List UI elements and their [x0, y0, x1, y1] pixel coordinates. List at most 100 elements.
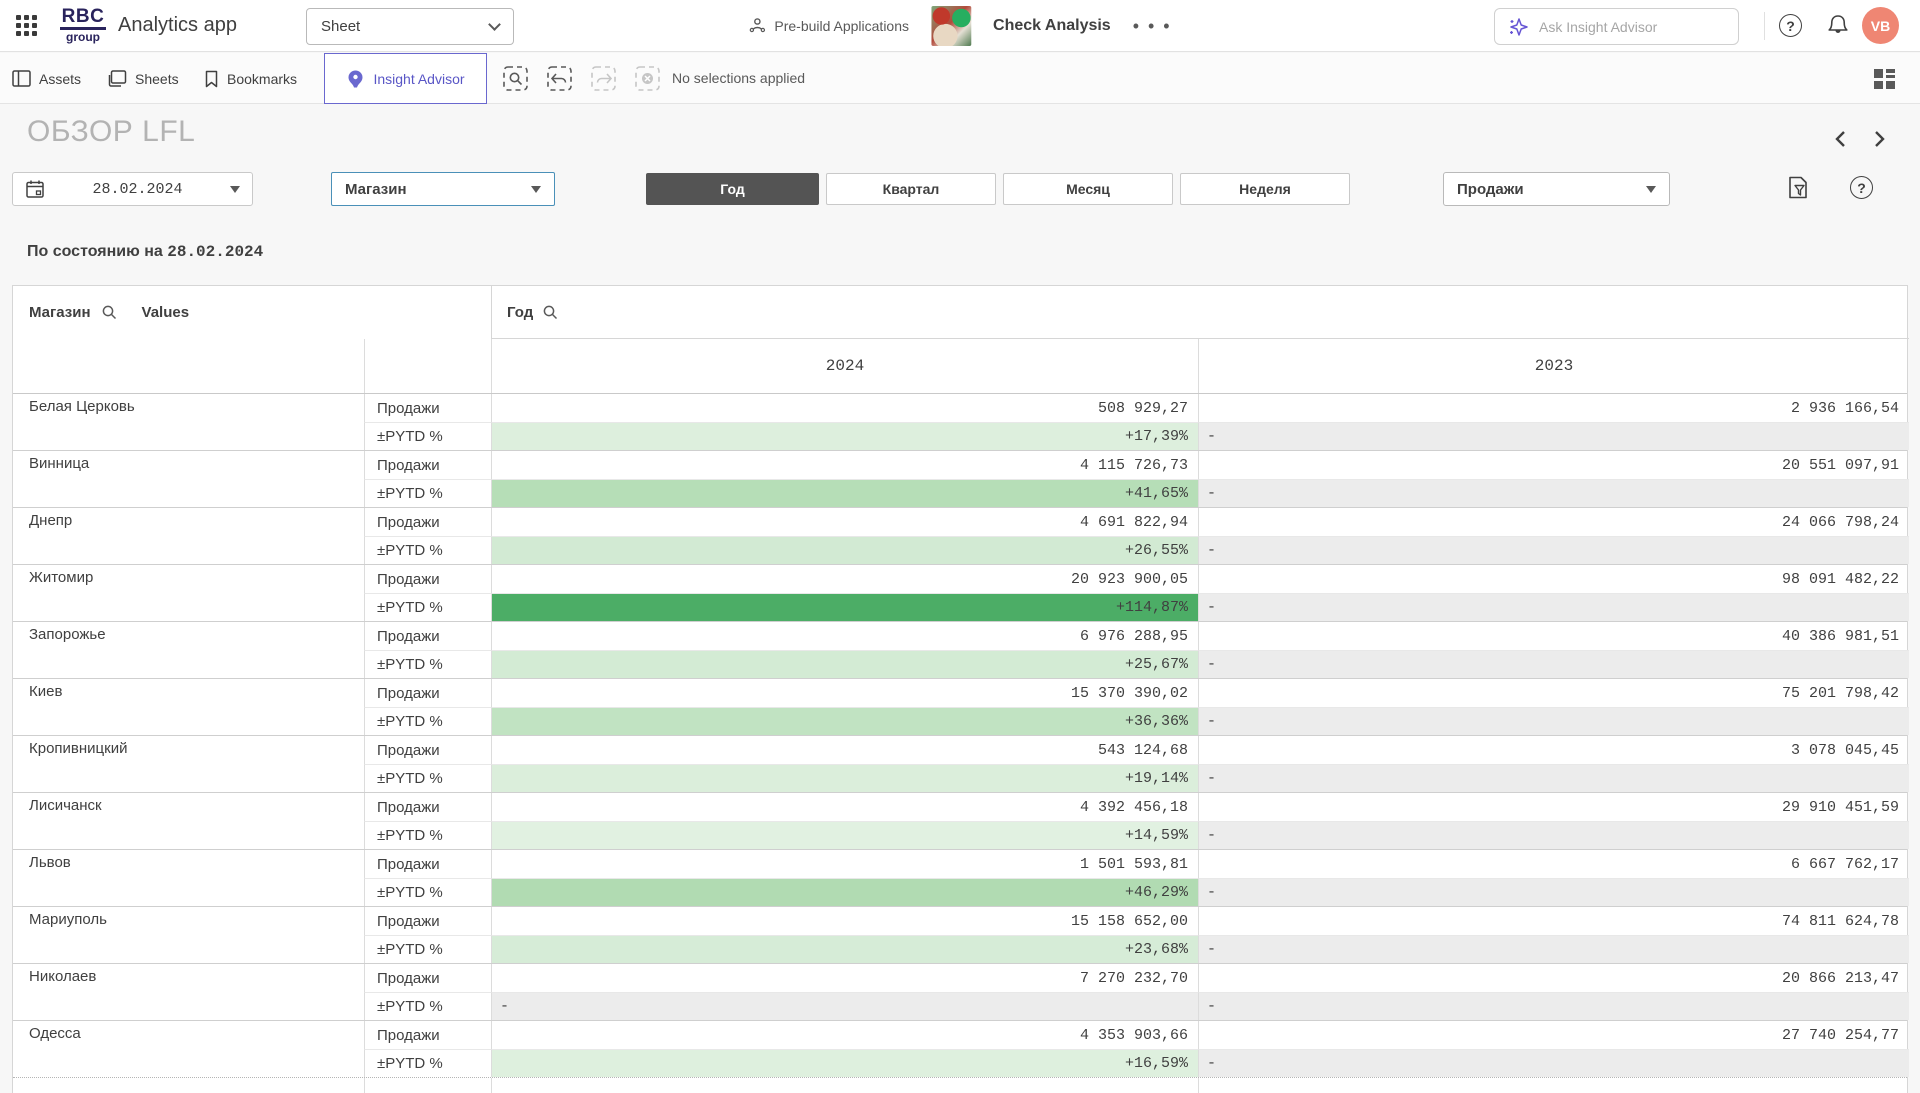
pivot-partial-row [13, 1077, 1907, 1093]
store-name-cell[interactable]: Житомир [13, 565, 364, 621]
year-column-header-2023[interactable]: 2023 [1198, 339, 1909, 393]
pytd-2023-cell: - [1198, 422, 1909, 450]
sheet-grid-view-icon[interactable] [1872, 66, 1898, 92]
sales-2023-cell: 27 740 254,77 [1198, 1021, 1909, 1049]
sales-measure-label: Продажи [364, 622, 491, 650]
sales-2024-cell: 15 158 652,00 [491, 907, 1198, 935]
pytd-2023-cell: - [1198, 707, 1909, 735]
year-column-header-2024[interactable]: 2024 [491, 339, 1198, 393]
measure-selector-dropdown[interactable]: Продажи [1443, 172, 1670, 206]
help-icon[interactable]: ? [1779, 14, 1802, 37]
pytd-2024-cell: +16,59% [491, 1049, 1198, 1077]
bookmarks-label: Bookmarks [227, 71, 297, 87]
pytd-2024-cell: +46,29% [491, 878, 1198, 906]
dimension-selector-dropdown[interactable]: Магазин [331, 172, 555, 206]
sparkle-icon [1507, 16, 1529, 38]
search-selections-icon[interactable] [502, 65, 529, 92]
pytd-2023-cell: - [1198, 479, 1909, 507]
store-name-cell[interactable]: Одесса [13, 1021, 364, 1077]
sheet-selector-value: Sheet [321, 18, 360, 35]
topbar-divider [1764, 12, 1765, 40]
export-filter-icon[interactable] [1786, 175, 1811, 200]
period-button-quarter[interactable]: Квартал [826, 173, 996, 205]
pytd-2023-cell: - [1198, 878, 1909, 906]
step-forward-icon[interactable] [590, 65, 617, 92]
lfl-pivot-table: Магазин Values Год 2024 2023 Белая Церко… [12, 285, 1908, 1093]
insight-advisor-button[interactable]: Insight Advisor [324, 53, 487, 104]
pytd-2024-cell: +25,67% [491, 650, 1198, 678]
more-options-icon[interactable]: • • • [1133, 21, 1172, 31]
pytd-measure-label: ±PYTD % [364, 878, 491, 906]
store-name-cell[interactable]: Мариуполь [13, 907, 364, 963]
measure-selector-value: Продажи [1457, 181, 1524, 198]
store-name-cell[interactable]: Винница [13, 451, 364, 507]
ask-insight-advisor-input[interactable]: Ask Insight Advisor [1494, 8, 1739, 45]
sales-2024-cell: 7 270 232,70 [491, 964, 1198, 992]
assets-label: Assets [39, 71, 81, 87]
chart-help-icon[interactable]: ? [1850, 176, 1873, 199]
sales-measure-label: Продажи [364, 850, 491, 878]
pytd-measure-label: ±PYTD % [364, 650, 491, 678]
pytd-measure-label: ±PYTD % [364, 707, 491, 735]
no-selections-status: No selections applied [672, 70, 805, 86]
prev-sheet-icon[interactable] [1830, 128, 1852, 150]
store-name-cell[interactable]: Лисичанск [13, 793, 364, 849]
sales-2024-cell: 4 115 726,73 [491, 451, 1198, 479]
user-avatar[interactable]: VB [1862, 7, 1899, 44]
clear-selections-icon[interactable] [634, 65, 661, 92]
step-back-icon[interactable] [546, 65, 573, 92]
sales-2024-cell: 4 392 456,18 [491, 793, 1198, 821]
values-header: Values [142, 304, 190, 321]
current-app-name: Check Analysis [993, 17, 1111, 35]
store-name-cell[interactable]: Днепр [13, 508, 364, 564]
app-thumbnail[interactable] [931, 6, 971, 46]
search-icon[interactable] [542, 304, 559, 321]
period-button-week[interactable]: Неделя [1180, 173, 1350, 205]
store-name-cell[interactable]: Белая Церковь [13, 394, 364, 450]
store-name-cell[interactable]: Львов [13, 850, 364, 906]
sales-2024-cell: 508 929,27 [491, 394, 1198, 422]
pytd-2024-cell: +23,68% [491, 935, 1198, 963]
pivot-header-left: Магазин Values [13, 286, 491, 339]
next-sheet-icon[interactable] [1868, 128, 1890, 150]
pytd-2024-cell: +41,65% [491, 479, 1198, 507]
sales-2023-cell: 75 201 798,42 [1198, 679, 1909, 707]
sales-measure-label: Продажи [364, 964, 491, 992]
chevron-down-icon [488, 18, 501, 31]
date-picker[interactable]: 28.02.2024 [12, 172, 253, 206]
dropdown-arrow-icon [230, 186, 240, 193]
pivot-store-group: Белая Церковь Продажи 508 929,27 2 936 1… [13, 394, 1907, 450]
pivot-store-group: Житомир Продажи 20 923 900,05 98 091 482… [13, 564, 1907, 621]
pytd-measure-label: ±PYTD % [364, 935, 491, 963]
app-title: Analytics app [118, 14, 237, 37]
store-name-cell[interactable]: Запорожье [13, 622, 364, 678]
column-dimension-header[interactable]: Год [507, 304, 533, 321]
prebuild-applications-link[interactable]: Pre-build Applications [748, 17, 909, 35]
sheet-selector-dropdown[interactable]: Sheet [306, 8, 514, 45]
store-name-cell[interactable]: Киев [13, 679, 364, 735]
row-dimension-header[interactable]: Магазин [29, 304, 91, 321]
assets-button[interactable]: Assets [12, 53, 81, 104]
sales-2023-cell: 24 066 798,24 [1198, 508, 1909, 536]
period-button-month[interactable]: Месяц [1003, 173, 1173, 205]
sales-2024-cell: 4 353 903,66 [491, 1021, 1198, 1049]
sales-2023-cell: 6 667 762,17 [1198, 850, 1909, 878]
calendar-icon [25, 179, 45, 199]
prebuild-applications-label: Pre-build Applications [774, 18, 909, 34]
store-name-cell[interactable]: Кропивницкий [13, 736, 364, 792]
bookmarks-button[interactable]: Bookmarks [204, 53, 297, 104]
notifications-bell-icon[interactable] [1826, 13, 1850, 39]
search-icon[interactable] [101, 304, 118, 321]
logo-text-group: group [60, 30, 106, 44]
store-name-cell[interactable]: Николаев [13, 964, 364, 1020]
pytd-measure-label: ±PYTD % [364, 764, 491, 792]
pytd-measure-label: ±PYTD % [364, 992, 491, 1020]
pytd-2023-cell: - [1198, 821, 1909, 849]
pivot-store-group: Киев Продажи 15 370 390,02 75 201 798,42… [13, 678, 1907, 735]
app-grid-icon[interactable] [16, 15, 40, 39]
period-button-year[interactable]: Год [646, 173, 819, 205]
sheets-button[interactable]: Sheets [108, 53, 179, 104]
sales-2024-cell: 4 691 822,94 [491, 508, 1198, 536]
sales-2024-cell: 543 124,68 [491, 736, 1198, 764]
pytd-2024-cell: +14,59% [491, 821, 1198, 849]
